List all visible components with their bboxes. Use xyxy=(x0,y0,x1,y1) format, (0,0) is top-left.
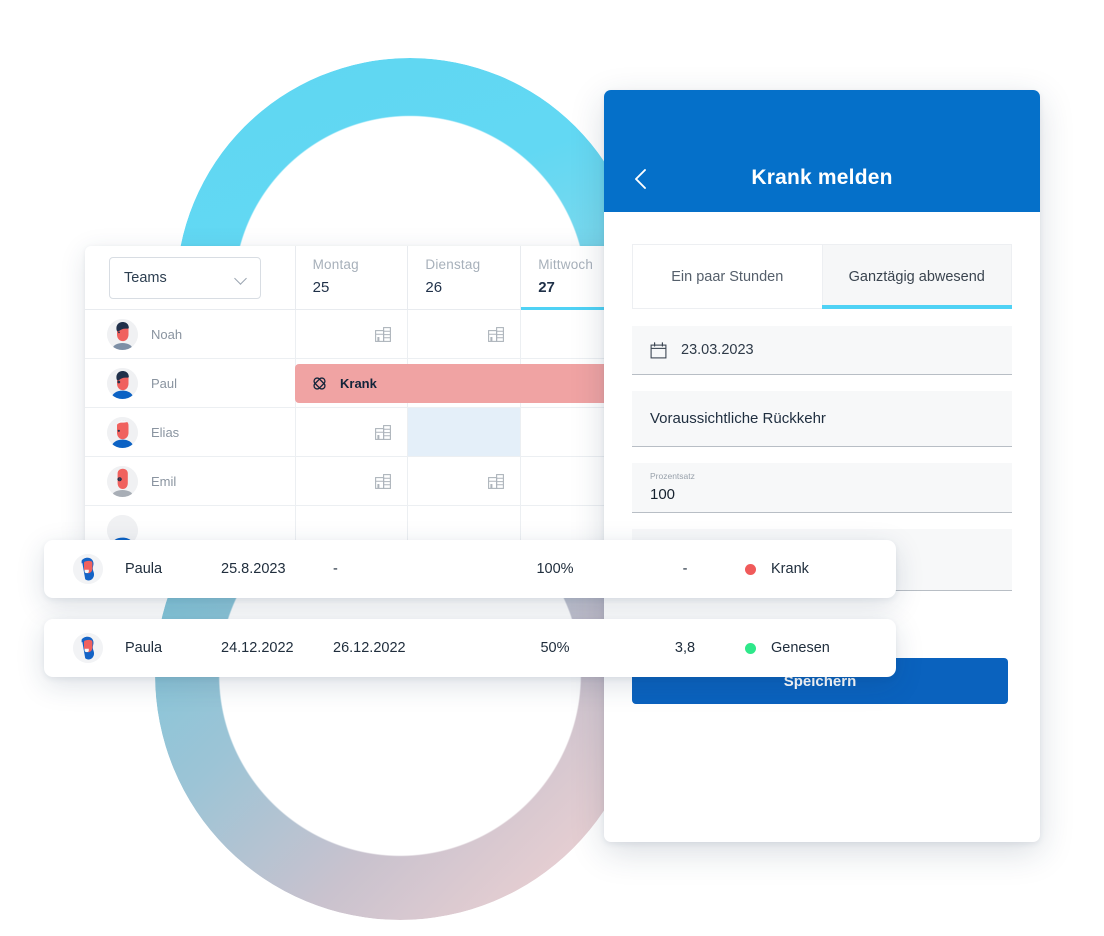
record-to-date: - xyxy=(333,561,338,577)
date-field[interactable]: 23.03.2023 xyxy=(632,326,1012,375)
screenshot-root: Teams Montag 25 Dienstag 26 Mittwoch 27 xyxy=(0,0,1104,936)
chevron-down-icon xyxy=(235,274,248,282)
day-name: Dienstag xyxy=(425,257,481,272)
record-percent: 100% xyxy=(536,561,574,577)
office-building-icon xyxy=(488,473,505,489)
table-row[interactable]: Paul Krank xyxy=(85,359,633,408)
schedule-table-card: Teams Montag 25 Dienstag 26 Mittwoch 27 xyxy=(85,246,633,546)
day-name: Montag xyxy=(312,257,359,272)
plaster-icon xyxy=(313,377,326,390)
status-badge: Genesen xyxy=(745,640,830,656)
day-number: 25 xyxy=(312,279,330,296)
record-from-date: 25.8.2023 xyxy=(221,561,286,577)
record-percent: 50% xyxy=(540,640,570,656)
record-days: - xyxy=(682,561,688,577)
schedule-cell[interactable] xyxy=(294,408,408,456)
day-column-montag[interactable]: Montag 25 xyxy=(294,246,408,309)
schedule-cell[interactable] xyxy=(407,457,520,505)
row-name-cell: Elias xyxy=(85,408,295,456)
day-column-dienstag[interactable]: Dienstag 26 xyxy=(407,246,520,309)
schedule-cell[interactable] xyxy=(407,310,520,358)
avatar xyxy=(107,318,138,350)
table-row[interactable]: Elias xyxy=(85,408,633,457)
person-name: Paul xyxy=(151,375,178,391)
schedule-header-row: Teams Montag 25 Dienstag 26 Mittwoch 27 xyxy=(85,246,633,310)
status-dot-icon xyxy=(745,563,756,575)
office-building-icon xyxy=(375,326,392,342)
percentage-label: Prozentsatz xyxy=(650,471,695,482)
avatar xyxy=(107,367,138,399)
avatar xyxy=(107,416,138,448)
office-building-icon xyxy=(375,473,392,489)
day-number: 26 xyxy=(425,279,443,296)
absence-bar-krank[interactable]: Krank xyxy=(295,364,633,403)
percentage-value: 100 xyxy=(650,485,676,503)
teams-dropdown-label: Teams xyxy=(124,269,167,286)
record-name: Paula xyxy=(125,561,163,577)
back-chevron-icon[interactable] xyxy=(632,168,650,190)
schedule-cell[interactable] xyxy=(294,457,408,505)
table-row[interactable]: Noah xyxy=(85,310,633,359)
avatar xyxy=(73,554,103,584)
absence-bar-label: Krank xyxy=(340,376,377,391)
date-value: 23.03.2023 xyxy=(681,342,754,358)
sick-report-panel: Krank melden Ein paar Stunden Ganztägig … xyxy=(604,90,1040,842)
tab-ein-paar-stunden[interactable]: Ein paar Stunden xyxy=(632,244,823,309)
expected-return-field[interactable]: Voraussichtliche Rückkehr xyxy=(632,391,1012,447)
record-from-date: 24.12.2022 xyxy=(221,640,294,656)
office-building-icon xyxy=(375,424,392,440)
tab-label: Ein paar Stunden xyxy=(671,268,784,285)
office-building-icon xyxy=(488,326,505,342)
schedule-cell[interactable] xyxy=(294,310,408,358)
person-name: Elias xyxy=(151,424,180,440)
percentage-field[interactable]: Prozentsatz 100 xyxy=(632,463,1012,513)
table-row[interactable]: Emil xyxy=(85,457,633,506)
panel-header: Krank melden xyxy=(604,90,1040,212)
calendar-icon xyxy=(650,341,667,358)
row-name-cell: Noah xyxy=(85,310,295,358)
expected-return-value: Voraussichtliche Rückkehr xyxy=(650,410,826,427)
row-name-cell: Emil xyxy=(85,457,295,505)
tab-ganztaegig-abwesend[interactable]: Ganztägig abwesend xyxy=(821,244,1012,309)
status-dot-icon xyxy=(745,642,756,654)
teams-filter-cell: Teams xyxy=(85,246,295,309)
record-card[interactable]: Paula 25.8.2023 - 100% - Krank xyxy=(44,540,896,598)
record-days: 3,8 xyxy=(674,640,696,656)
tab-label: Ganztägig abwesend xyxy=(848,268,985,285)
page-title: Krank melden xyxy=(751,166,893,189)
person-name: Noah xyxy=(151,326,183,342)
schedule-cell-selected[interactable] xyxy=(407,408,521,456)
row-name-cell: Paul xyxy=(85,359,295,407)
status-label: Genesen xyxy=(771,640,830,656)
avatar xyxy=(107,465,138,497)
status-label: Krank xyxy=(771,561,809,577)
record-card[interactable]: Paula 24.12.2022 26.12.2022 50% 3,8 Gene… xyxy=(44,619,896,677)
avatar xyxy=(73,633,103,663)
record-to-date: 26.12.2022 xyxy=(333,640,406,656)
record-name: Paula xyxy=(125,640,163,656)
teams-dropdown[interactable]: Teams xyxy=(109,256,261,299)
person-name: Emil xyxy=(151,473,177,489)
panel-tabs: Ein paar Stunden Ganztägig abwesend xyxy=(632,244,1012,309)
status-badge: Krank xyxy=(745,561,809,577)
